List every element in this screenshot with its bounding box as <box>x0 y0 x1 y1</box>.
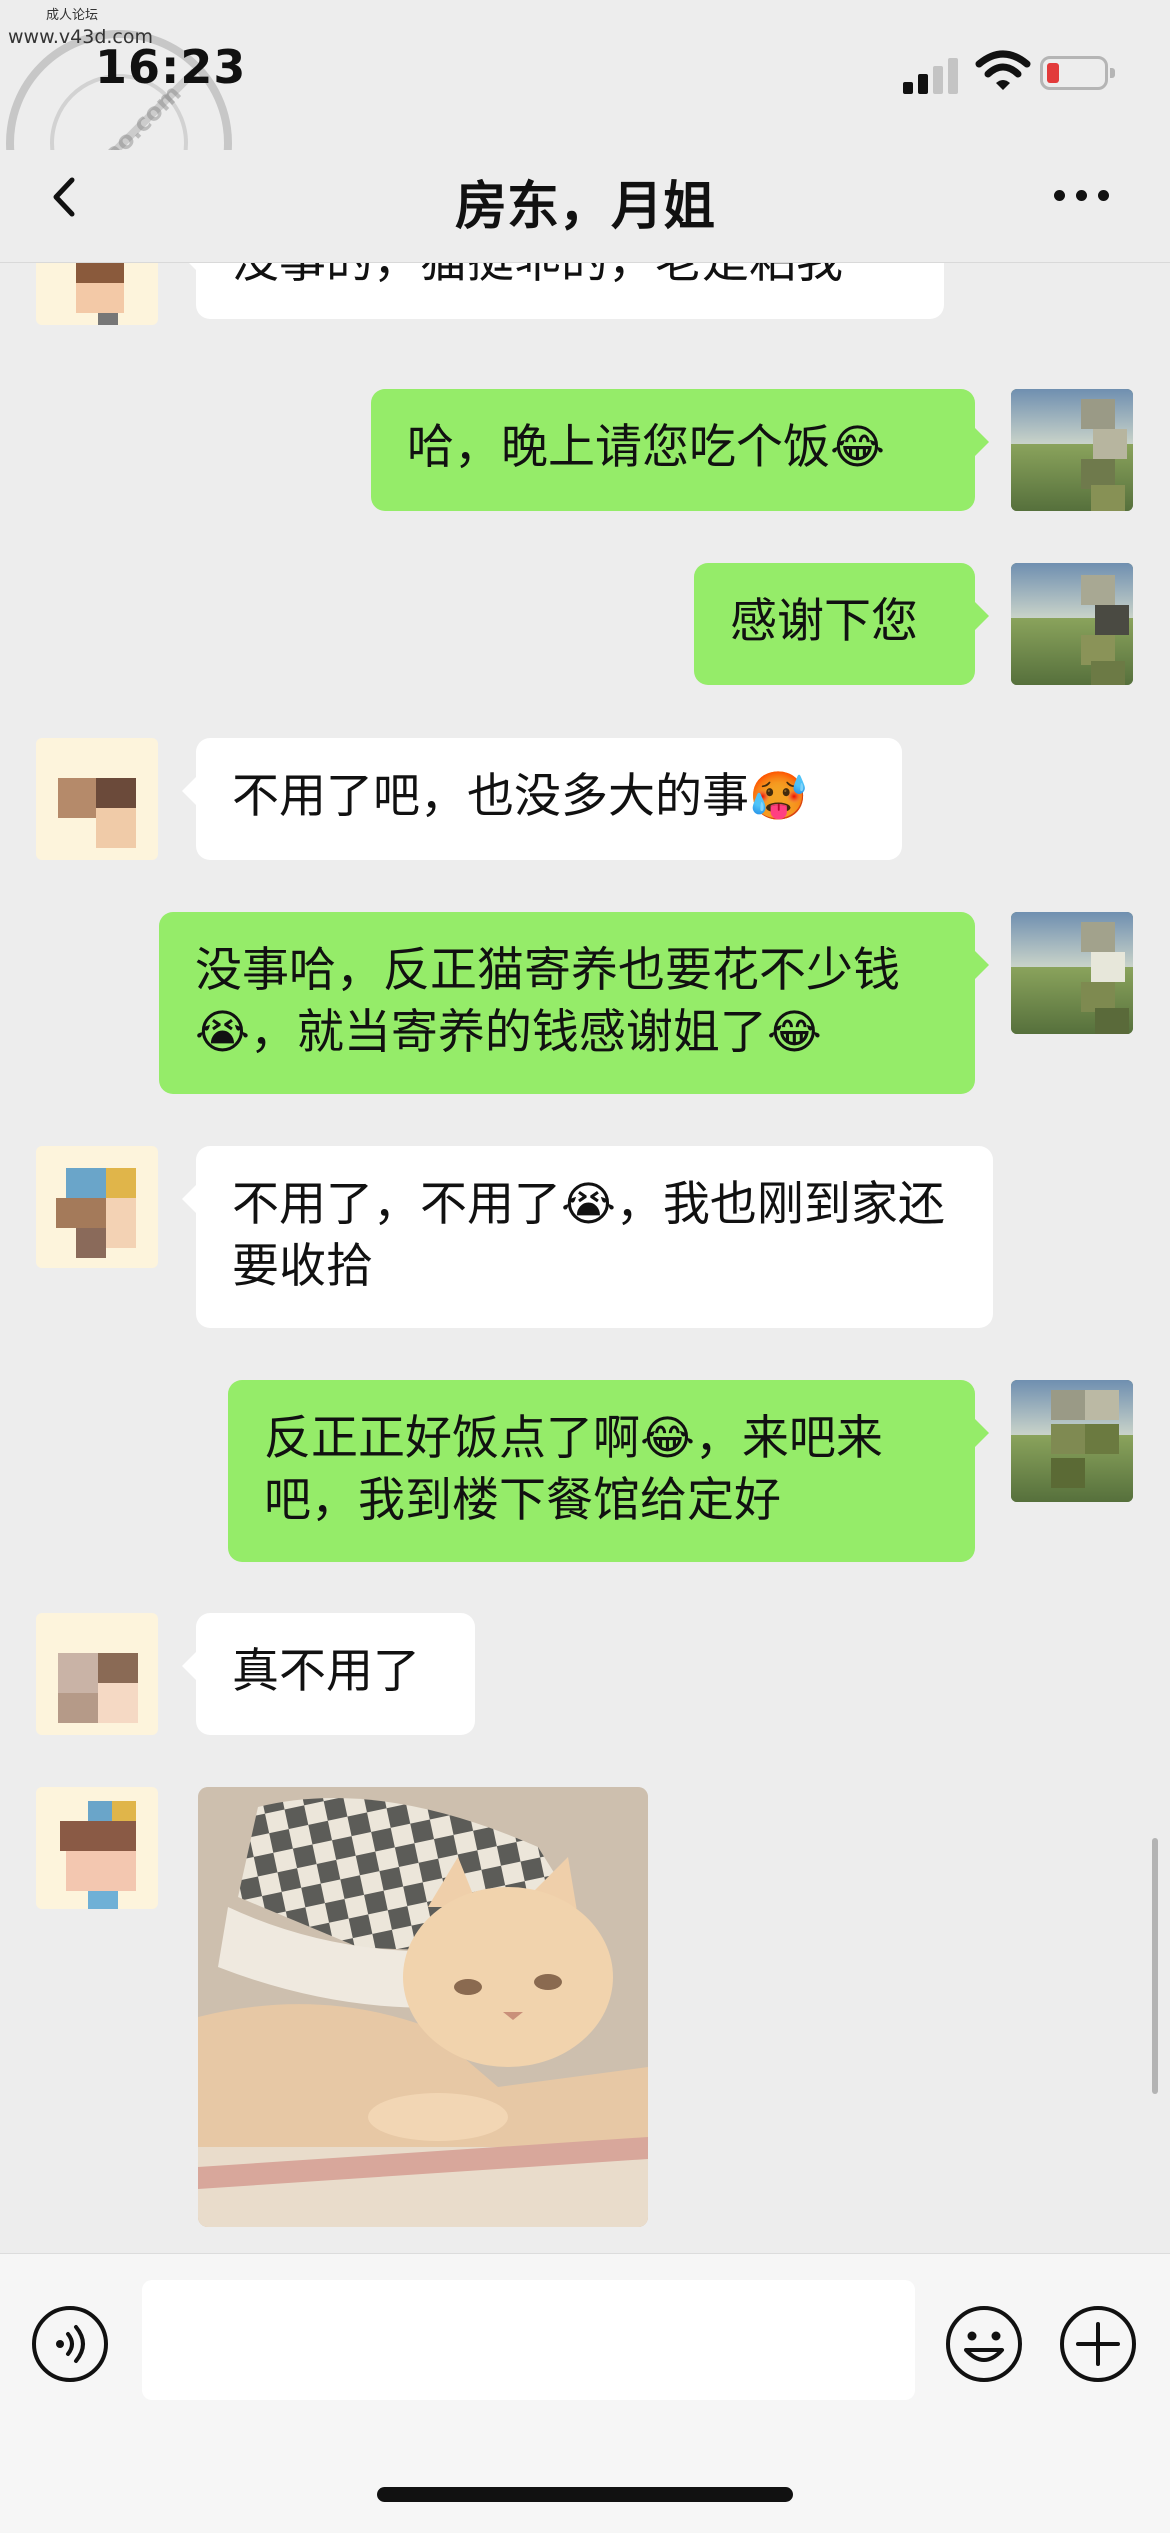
home-indicator[interactable] <box>377 2487 793 2502</box>
voice-input-icon[interactable] <box>30 2304 110 2384</box>
message-bubble[interactable]: 没事的，猫挺乖的，老是粘我 <box>182 263 944 319</box>
contact-avatar[interactable] <box>36 1787 158 1909</box>
more-options-icon[interactable] <box>1050 186 1114 206</box>
status-time: 16:23 <box>95 40 247 94</box>
message-bubble[interactable]: 不用了，不用了😭，我也刚到家还要收拾 <box>182 1146 993 1328</box>
my-avatar[interactable] <box>1011 1380 1133 1502</box>
message-bubble[interactable]: 没事哈，反正猫寄养也要花不少钱😭，就当寄养的钱感谢姐了😂 <box>159 912 989 1094</box>
contact-avatar[interactable] <box>36 1613 158 1735</box>
message-input[interactable] <box>142 2280 915 2400</box>
my-avatar[interactable] <box>1011 563 1133 685</box>
message-bubble[interactable]: 反正正好饭点了啊😂，来吧来吧，我到楼下餐馆给定好 <box>228 1380 989 1562</box>
chat-scrollbar[interactable] <box>1152 1838 1158 2094</box>
contact-avatar[interactable] <box>36 738 158 860</box>
contact-avatar[interactable] <box>36 1146 158 1268</box>
cat-sticker-image[interactable] <box>198 1787 648 2227</box>
status-bar: 16:23 <box>0 0 1170 150</box>
message-bubble[interactable]: 哈，晚上请您吃个饭😂 <box>371 389 989 511</box>
emoji-icon[interactable] <box>944 2304 1024 2384</box>
more-functions-plus-icon[interactable] <box>1058 2304 1138 2384</box>
message-bubble[interactable]: 真不用了 <box>182 1613 475 1735</box>
chat-title: 房东，月姐 <box>454 177 715 237</box>
cellular-signal-icon <box>903 54 959 94</box>
my-avatar[interactable] <box>1011 912 1133 1034</box>
message-bubble[interactable]: 感谢下您 <box>694 563 989 685</box>
battery-icon <box>1040 56 1115 90</box>
my-avatar[interactable] <box>1011 389 1133 511</box>
chat-header: 房东，月姐 <box>0 150 1170 263</box>
contact-avatar[interactable] <box>36 263 158 325</box>
wifi-icon <box>975 50 1031 90</box>
message-list[interactable]: 没事的，猫挺乖的，老是粘我 哈，晚上请您吃个饭😂 感谢下您 不用了吧，也 <box>0 263 1170 2253</box>
message-bubble[interactable]: 不用了吧，也没多大的事🥵 <box>182 738 902 860</box>
